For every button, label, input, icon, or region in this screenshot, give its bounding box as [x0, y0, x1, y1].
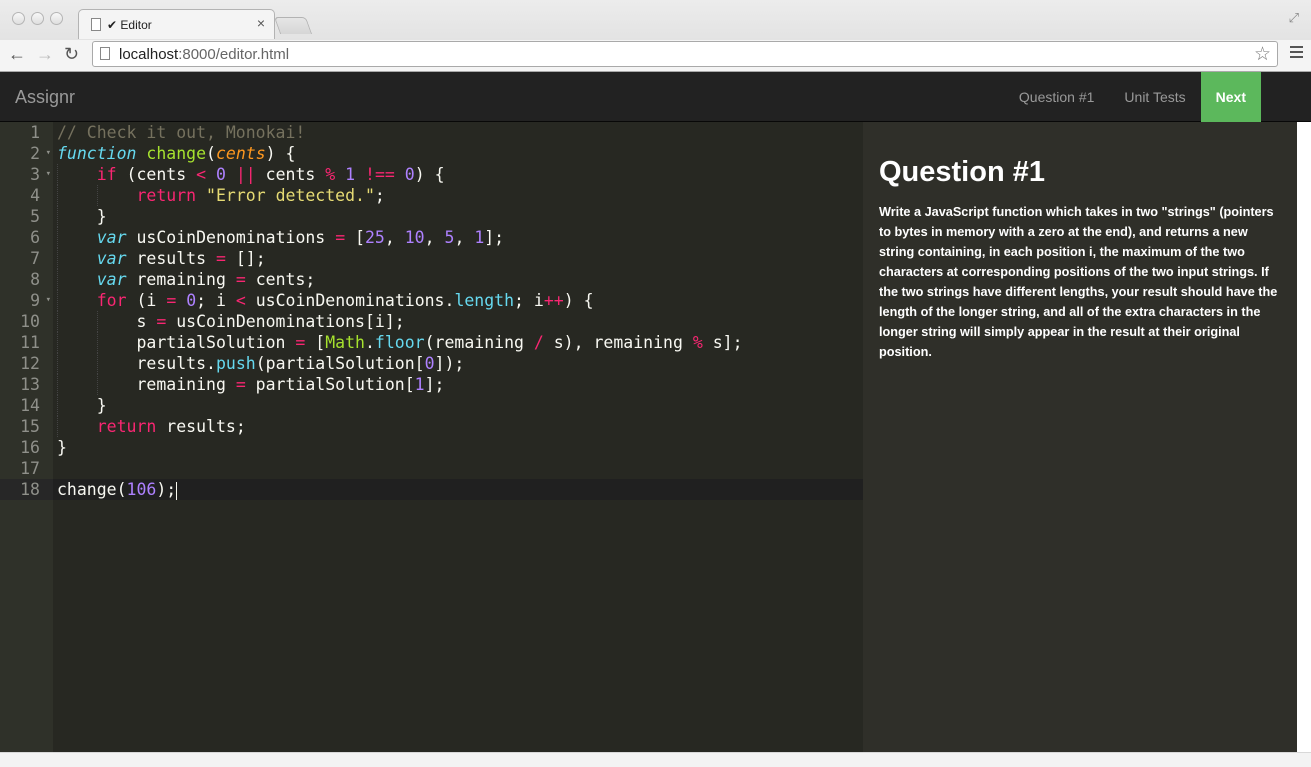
nav-unit-tests-link[interactable]: Unit Tests [1109, 72, 1200, 122]
maximize-window-button[interactable] [50, 12, 63, 25]
line-number: 10 [20, 312, 40, 331]
code-line[interactable]: 13 remaining = partialSolution[1]; [0, 374, 863, 395]
code-line[interactable]: 3 ▾ if (cents < 0 || cents % 1 !== 0) { [0, 164, 863, 185]
fold-arrow-icon[interactable]: ▾ [46, 164, 51, 185]
line-number: 2 ▾ [30, 143, 51, 164]
tab-title: ✔ Editor [107, 18, 152, 32]
code-editor[interactable]: 1 // Check it out, Monokai! 2 ▾ function cha… [0, 122, 863, 752]
code-line[interactable]: 18 change(106); [0, 479, 863, 500]
code-text: s = usCoinDenominations[i]; [57, 312, 405, 331]
code-line[interactable]: 15 return results; [0, 416, 863, 437]
window-bottom-edge [0, 752, 1311, 767]
line-number: 6 [30, 228, 40, 247]
code-text: if (cents < 0 || cents % 1 !== 0) { [96, 165, 445, 184]
code-line[interactable]: 9 ▾ for (i = 0; i < usCoinDenominations.l… [0, 290, 863, 311]
line-number: 4 [30, 186, 40, 205]
code-line[interactable]: 10 s = usCoinDenominations[i]; [0, 311, 863, 332]
code-line[interactable]: 16} [0, 437, 863, 458]
question-title: Question #1 [879, 156, 1045, 188]
code-text: var results = []; [96, 249, 266, 268]
line-number: 17 [20, 459, 40, 478]
app-navbar: Assignr Question #1 Unit Tests Next [0, 72, 1311, 122]
code-text: function change(cents) { [57, 144, 296, 163]
forward-arrow-icon[interactable]: → [36, 44, 54, 65]
question-description: Write a JavaScript function which takes … [879, 205, 1278, 359]
minimize-window-button[interactable] [31, 12, 44, 25]
line-number: 16 [20, 438, 40, 457]
close-window-button[interactable] [12, 12, 25, 25]
code-text: return results; [96, 417, 246, 436]
code-line[interactable]: 4 return "Error detected."; [0, 185, 863, 206]
tab-close-icon[interactable]: × [257, 15, 265, 31]
reload-icon[interactable]: ↻ [64, 44, 79, 65]
code-line[interactable]: 14 } [0, 395, 863, 416]
window-controls [12, 12, 63, 25]
fold-arrow-icon[interactable]: ▾ [46, 143, 51, 164]
document-icon [91, 18, 101, 31]
page-margin [1297, 122, 1311, 752]
line-number: 11 [20, 333, 40, 352]
browser-chrome: ✔ Editor × ⤢ ← → ↻ localhost:8000/editor… [0, 0, 1311, 72]
text-cursor [176, 481, 178, 500]
next-button[interactable]: Next [1200, 72, 1261, 122]
code-line[interactable]: 8 var remaining = cents; [0, 269, 863, 290]
code-line[interactable]: 17 [0, 458, 863, 479]
code-line[interactable]: 11 partialSolution = [Math.floor(remaini… [0, 332, 863, 353]
code-line[interactable]: 6 var usCoinDenominations = [25, 10, 5, … [0, 227, 863, 248]
code-line[interactable]: 5 } [0, 206, 863, 227]
fullscreen-icon[interactable]: ⤢ [1289, 10, 1299, 26]
brand-logo[interactable]: Assignr [15, 87, 75, 108]
line-number: 1 [30, 123, 40, 142]
nav-question-link[interactable]: Question #1 [1004, 72, 1110, 122]
code-text: var usCoinDenominations = [25, 10, 5, 1]… [96, 228, 505, 247]
fold-arrow-icon[interactable]: ▾ [46, 290, 51, 311]
line-number: 8 [30, 270, 40, 289]
code-text: } [57, 438, 67, 457]
line-number: 14 [20, 396, 40, 415]
browser-tab[interactable]: ✔ Editor × [78, 9, 275, 39]
code-line[interactable]: 12 results.push(partialSolution[0]); [0, 353, 863, 374]
line-number: 15 [20, 417, 40, 436]
menu-icon[interactable] [1290, 46, 1303, 61]
code-text: return "Error detected."; [136, 186, 385, 205]
bookmark-star-icon[interactable]: ☆ [1254, 43, 1271, 66]
line-number: 18 [0, 479, 53, 500]
line-number: 7 [30, 249, 40, 268]
code-line[interactable]: 7 var results = []; [0, 248, 863, 269]
code-text: for (i = 0; i < usCoinDenominations.leng… [96, 291, 594, 310]
code-text: remaining = partialSolution[1]; [57, 375, 445, 394]
code-text: change(106); [57, 480, 178, 500]
code-text: } [57, 207, 107, 226]
back-arrow-icon[interactable]: ← [8, 44, 26, 65]
line-number: 9 ▾ [30, 290, 51, 311]
code-text: results.push(partialSolution[0]); [57, 354, 465, 373]
line-number: 13 [20, 375, 40, 394]
url-text: localhost:8000/editor.html [119, 46, 290, 63]
line-number: 12 [20, 354, 40, 373]
code-text: } [57, 396, 107, 415]
code-text: var remaining = cents; [96, 270, 316, 289]
code-line[interactable]: 2 ▾ function change(cents) { [0, 143, 863, 164]
address-bar[interactable]: localhost:8000/editor.html ☆ [92, 41, 1278, 67]
code-text: // Check it out, Monokai! [57, 123, 306, 142]
question-panel: Question #1 Write a JavaScript function … [863, 122, 1297, 752]
nav-links: Question #1 Unit Tests Next [1004, 72, 1261, 122]
code-text: partialSolution = [Math.floor(remaining … [57, 333, 743, 352]
line-number: 5 [30, 207, 40, 226]
new-tab-button[interactable] [273, 17, 313, 34]
page-icon [100, 47, 110, 60]
line-number: 3 ▾ [30, 164, 51, 185]
code-line[interactable]: 1 // Check it out, Monokai! [0, 122, 863, 143]
